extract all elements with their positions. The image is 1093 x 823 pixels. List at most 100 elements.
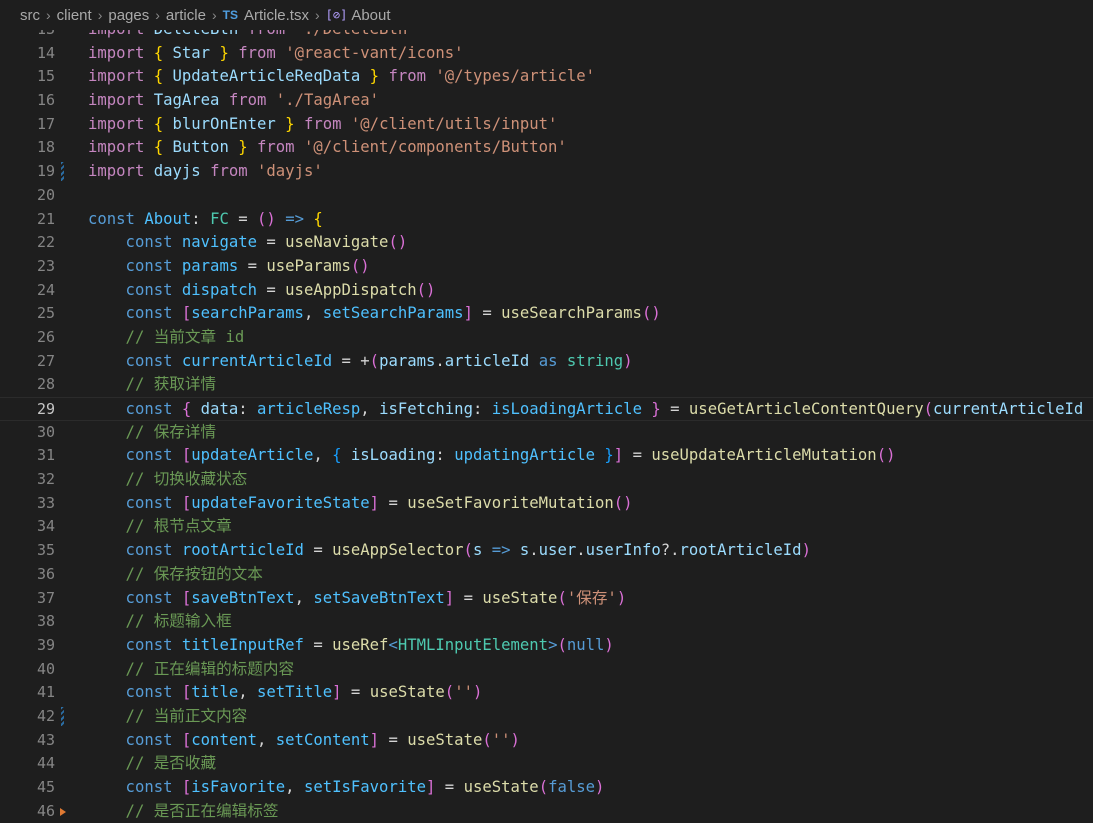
code-line[interactable]: 35 const rootArticleId = useAppSelector(… bbox=[0, 539, 1093, 563]
code-line[interactable]: 43 const [content, setContent] = useStat… bbox=[0, 729, 1093, 753]
line-number: 21 bbox=[36, 209, 55, 228]
code-token: string bbox=[566, 351, 624, 370]
breadcrumb-symbol[interactable]: About bbox=[351, 7, 390, 24]
line-number: 14 bbox=[36, 43, 55, 62]
code-token: ( bbox=[557, 588, 567, 607]
code-text: const [isFavorite, setIsFavorite] = useS… bbox=[88, 776, 605, 800]
code-line[interactable]: 23 const params = useParams() bbox=[0, 255, 1093, 279]
fold-arrow-icon[interactable] bbox=[60, 807, 66, 816]
code-text: // 标题输入框 bbox=[88, 610, 232, 634]
line-number: 33 bbox=[36, 493, 55, 512]
code-line[interactable]: 42 // 当前正文内容 bbox=[0, 705, 1093, 729]
code-line[interactable]: 46 // 是否正在编辑标签 bbox=[0, 800, 1093, 823]
code-line[interactable]: 34 // 根节点文章 bbox=[0, 515, 1093, 539]
line-number: 42 bbox=[36, 706, 55, 725]
code-token: const bbox=[88, 635, 182, 654]
code-line[interactable]: 30 // 保存详情 bbox=[0, 421, 1093, 445]
code-token: content bbox=[191, 730, 257, 749]
code-line[interactable]: 41 const [title, setTitle] = useState(''… bbox=[0, 681, 1093, 705]
code-token: { bbox=[153, 114, 173, 133]
code-token: useUpdateArticleMutation bbox=[651, 446, 877, 465]
breadcrumb-item-article[interactable]: article bbox=[166, 7, 206, 24]
code-token: // 是否正在编辑标签 bbox=[88, 801, 279, 820]
line-number: 27 bbox=[36, 351, 55, 370]
code-token: = bbox=[350, 683, 370, 702]
code-line[interactable]: 24 const dispatch = useAppDispatch() bbox=[0, 279, 1093, 303]
code-line[interactable]: 28 // 获取详情 bbox=[0, 373, 1093, 397]
line-number: 28 bbox=[36, 375, 55, 394]
line-number: 30 bbox=[36, 422, 55, 441]
code-line[interactable]: 31 const [updateArticle, { isLoading: up… bbox=[0, 444, 1093, 468]
code-line[interactable]: 14 import { Star } from '@react-vant/icon… bbox=[0, 42, 1093, 66]
breadcrumb-item-src[interactable]: src bbox=[20, 7, 40, 24]
code-token: = bbox=[388, 493, 408, 512]
chevron-right-icon: › bbox=[155, 7, 160, 23]
code-token: ( bbox=[444, 683, 455, 702]
code-text: // 获取详情 bbox=[88, 373, 217, 397]
code-token: , bbox=[257, 730, 276, 749]
code-token: () bbox=[257, 209, 276, 228]
code-token: useNavigate bbox=[285, 233, 389, 252]
code-token: titleInputRef bbox=[181, 635, 314, 654]
breadcrumb-item-pages[interactable]: pages bbox=[108, 7, 149, 24]
code-token: from bbox=[257, 138, 304, 157]
code-token: . bbox=[435, 351, 445, 370]
code-line[interactable]: 22 const navigate = useNavigate() bbox=[0, 231, 1093, 255]
code-token: import bbox=[88, 114, 154, 133]
code-editor[interactable]: 13import DeleteBtn from './DeleteBtn'14i… bbox=[0, 18, 1093, 823]
line-number: 25 bbox=[36, 304, 55, 323]
code-text: import { blurOnEnter } from '@/client/ut… bbox=[88, 113, 557, 137]
code-token: '@react-vant/icons' bbox=[285, 43, 464, 62]
code-line[interactable]: 33 const [updateFavoriteState] = useSetF… bbox=[0, 492, 1093, 516]
code-token: ] bbox=[426, 778, 445, 796]
breadcrumb-item-client[interactable]: client bbox=[57, 7, 92, 24]
code-token: // 根节点文章 bbox=[88, 517, 232, 536]
line-number: 37 bbox=[36, 588, 55, 607]
code-token: . bbox=[576, 541, 586, 560]
code-line[interactable]: 18 import { Button } from '@/client/compo… bbox=[0, 136, 1093, 160]
code-line[interactable]: 32 // 切换收藏状态 bbox=[0, 468, 1093, 492]
code-line[interactable]: 37 const [saveBtnText, setSaveBtnText] =… bbox=[0, 587, 1093, 611]
code-token: TagArea bbox=[153, 91, 229, 110]
code-text: const dispatch = useAppDispatch() bbox=[88, 279, 436, 303]
git-modified-gutter-icon[interactable] bbox=[61, 162, 64, 182]
chevron-right-icon: › bbox=[46, 7, 51, 23]
code-token: null bbox=[566, 635, 605, 654]
code-text: const rootArticleId = useAppSelector(s =… bbox=[88, 539, 811, 563]
code-line[interactable]: 17 import { blurOnEnter } from '@/client/… bbox=[0, 113, 1093, 137]
code-line[interactable]: 21 const About: FC = () => { bbox=[0, 208, 1093, 232]
code-line[interactable]: 27 const currentArticleId = +(params.art… bbox=[0, 350, 1093, 374]
code-line[interactable]: 29 const { data: articleResp, isFetching… bbox=[0, 397, 1093, 421]
code-token: ) bbox=[604, 635, 614, 654]
code-text: import { Button } from '@/client/compone… bbox=[88, 136, 567, 160]
breadcrumb-file[interactable]: Article.tsx bbox=[244, 7, 309, 24]
code-line[interactable]: 16 import TagArea from './TagArea' bbox=[0, 89, 1093, 113]
code-text: const [searchParams, setSearchParams] = … bbox=[88, 302, 661, 326]
line-number: 36 bbox=[36, 564, 55, 583]
code-token: [ bbox=[181, 683, 192, 702]
code-token: ?. bbox=[660, 541, 680, 560]
code-token: About bbox=[144, 209, 192, 228]
code-line[interactable]: 26 // 当前文章 id bbox=[0, 326, 1093, 350]
code-line[interactable]: 20 bbox=[0, 184, 1093, 208]
code-token: ( bbox=[463, 541, 473, 560]
code-line[interactable]: 39 const titleInputRef = useRef<HTMLInpu… bbox=[0, 634, 1093, 658]
git-modified-gutter-icon[interactable] bbox=[61, 706, 64, 726]
code-line[interactable]: 45 const [isFavorite, setIsFavorite] = u… bbox=[0, 776, 1093, 800]
code-token: ) bbox=[623, 351, 633, 370]
code-token: = bbox=[247, 256, 267, 275]
code-line[interactable]: 40 // 正在编辑的标题内容 bbox=[0, 658, 1093, 682]
code-line[interactable]: 15 import { UpdateArticleReqData } from '… bbox=[0, 65, 1093, 89]
code-line[interactable]: 19 import dayjs from 'dayjs' bbox=[0, 160, 1093, 184]
code-token: from bbox=[238, 43, 286, 62]
code-token: const bbox=[88, 304, 182, 323]
code-token: 'dayjs' bbox=[257, 162, 323, 181]
line-number: 34 bbox=[36, 517, 55, 536]
code-token: updateFavoriteState bbox=[191, 493, 370, 512]
code-line[interactable]: 44 // 是否收藏 bbox=[0, 752, 1093, 776]
code-line[interactable]: 36 // 保存按钮的文本 bbox=[0, 563, 1093, 587]
typescript-file-icon: TS bbox=[222, 8, 238, 22]
code-token: const bbox=[88, 256, 182, 275]
code-line[interactable]: 38 // 标题输入框 bbox=[0, 610, 1093, 634]
code-line[interactable]: 25 const [searchParams, setSearchParams]… bbox=[0, 302, 1093, 326]
